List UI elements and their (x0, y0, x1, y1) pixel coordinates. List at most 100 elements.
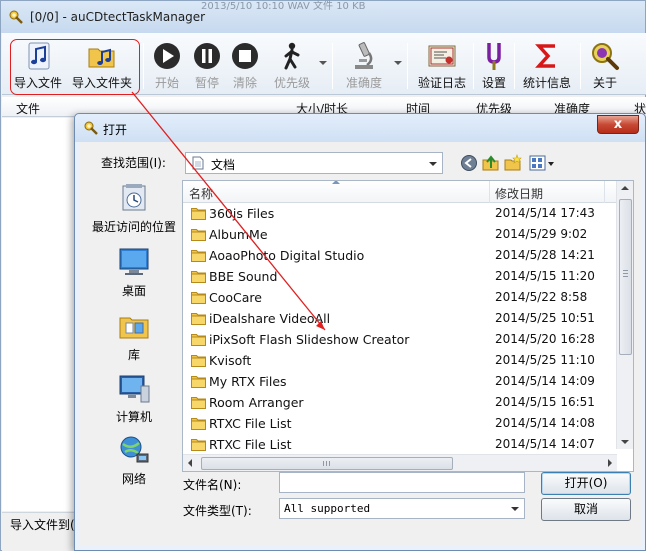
place-libraries[interactable]: 库 (87, 310, 181, 370)
file-modified-date: 2014/5/15 11:20 (495, 269, 595, 283)
priority-dropdown-arrow[interactable] (319, 61, 327, 65)
file-type-dropdown[interactable]: All supported (279, 498, 525, 519)
file-row[interactable]: iDealshare VideoAll 2014/5/25 10:51 (183, 308, 617, 329)
column-file[interactable]: 文件 (16, 100, 40, 117)
folder-icon (191, 418, 206, 430)
accuracy-dropdown-arrow[interactable] (394, 61, 402, 65)
column-divider[interactable] (489, 181, 490, 203)
file-list-header: 名称 修改日期 (183, 181, 617, 203)
file-row[interactable]: AoaoPhoto Digital Studio 2014/5/28 14:21 (183, 245, 617, 266)
thumb-grip (329, 461, 330, 466)
toolbar-separator (514, 43, 515, 89)
network-icon (120, 436, 149, 463)
file-name: CooCare (209, 290, 262, 305)
file-row[interactable]: CooCare 2014/5/22 8:58 (183, 287, 617, 308)
column-divider[interactable] (604, 181, 605, 203)
statistics-button[interactable]: 统计信息 (519, 39, 575, 93)
chevron-down-icon (511, 507, 519, 511)
column-name[interactable]: 名称 (189, 185, 213, 202)
file-modified-date: 2014/5/25 10:51 (495, 311, 595, 325)
vertical-scroll-thumb[interactable] (619, 199, 632, 355)
folder-icon (191, 439, 206, 451)
column-modified[interactable]: 修改日期 (495, 185, 543, 202)
dialog-title-bar[interactable]: 打开 x (75, 114, 645, 142)
main-title-bar[interactable]: 2013/5/10 10:10 WAV 文件 10 KB [0/0] - auC… (1, 1, 645, 33)
file-name: BBE Sound (209, 269, 278, 284)
place-libraries-label: 库 (127, 348, 140, 362)
close-button[interactable]: x (597, 115, 639, 134)
settings-label: 设置 (481, 76, 506, 90)
horizontal-scrollbar[interactable] (183, 454, 617, 471)
open-button[interactable]: 打开(O) (541, 472, 631, 495)
start-button[interactable]: 开始 (148, 39, 186, 93)
settings-button[interactable]: 设置 (476, 39, 512, 93)
pause-button[interactable]: 暂停 (188, 39, 226, 93)
file-row[interactable]: iPixSoft Flash Slideshow Creator 2014/5/2… (183, 329, 617, 350)
file-name-label: 文件名(N): (183, 478, 242, 492)
file-row[interactable]: My RTX Files 2014/5/14 14:09 (183, 371, 617, 392)
scroll-up-arrow[interactable] (621, 186, 629, 190)
stop-icon (232, 43, 258, 69)
place-desktop[interactable]: 桌面 (87, 246, 181, 306)
place-network[interactable]: 网络 (87, 434, 181, 494)
folder-icon (191, 313, 206, 325)
file-name: iPixSoft Flash Slideshow Creator (209, 332, 410, 347)
new-folder-icon[interactable] (504, 154, 522, 172)
folder-icon (191, 271, 206, 283)
file-row[interactable]: Kvisoft 2014/5/25 11:10 (183, 350, 617, 371)
toolbar-separator (473, 43, 474, 89)
accuracy-label: 准确度 (345, 76, 382, 90)
folder-icon (191, 250, 206, 262)
clear-button[interactable]: 清除 (226, 39, 264, 93)
file-row[interactable]: BBE Sound 2014/5/15 11:20 (183, 266, 617, 287)
accuracy-button[interactable]: 准确度 (338, 39, 390, 93)
cancel-button[interactable]: 取消 (541, 498, 631, 521)
window-title: [0/0] - auCDtectTaskManager (30, 10, 206, 24)
file-name: iDealshare VideoAll (209, 311, 331, 326)
magnifier-icon (592, 43, 619, 70)
file-list[interactable]: 名称 修改日期 360js Files 2014/5/14 17:43 AlbumM… (182, 180, 634, 472)
file-modified-date: 2014/5/14 14:07 (495, 437, 595, 451)
scroll-right-arrow[interactable] (608, 459, 612, 467)
background-file-row: 2013/5/10 10:10 WAV 文件 10 KB (201, 1, 366, 12)
verify-log-button[interactable]: 验证日志 (414, 39, 470, 93)
certificate-icon (428, 45, 456, 67)
file-name: Kvisoft (209, 353, 252, 368)
horizontal-scroll-thumb[interactable] (201, 457, 453, 470)
file-row[interactable]: 360js Files 2014/5/14 17:43 (183, 203, 617, 224)
look-in-dropdown[interactable]: 文档 (185, 152, 443, 174)
about-button[interactable]: 关于 (584, 39, 626, 93)
priority-button[interactable]: 优先级 (268, 39, 316, 93)
thumb-grip (623, 270, 628, 271)
document-icon (192, 156, 204, 170)
place-recent[interactable]: 最近访问的位置 (87, 182, 181, 242)
clear-label: 清除 (232, 76, 257, 90)
folder-icon (191, 292, 206, 304)
place-computer[interactable]: 计算机 (87, 372, 181, 432)
file-name: My RTX Files (209, 374, 287, 389)
file-modified-date: 2014/5/22 8:58 (495, 290, 588, 304)
place-network-label: 网络 (121, 472, 146, 486)
file-name-input[interactable] (279, 472, 525, 493)
chevron-down-icon (429, 162, 437, 166)
file-row[interactable]: AlbumMe 2014/5/29 9:02 (183, 224, 617, 245)
file-row[interactable]: Room Arranger 2014/5/15 16:51 (183, 392, 617, 413)
back-icon[interactable] (460, 154, 478, 172)
scroll-left-arrow[interactable] (188, 459, 192, 467)
view-menu-icon[interactable] (529, 154, 557, 172)
folder-icon (191, 229, 206, 241)
place-desktop-label: 桌面 (121, 284, 146, 298)
file-name: 360js Files (209, 206, 275, 221)
file-type-value: All supported (284, 502, 371, 515)
place-recent-label: 最近访问的位置 (91, 220, 176, 234)
vertical-scrollbar[interactable] (616, 181, 633, 449)
file-row[interactable]: RTXC File List 2014/5/14 14:07 (183, 434, 617, 455)
places-bar: 最近访问的位置 桌面 库 计算机 网络 (87, 182, 181, 486)
open-file-dialog: 打开 x 查找范围(I): 文档 最近访问的位置 桌面 库 计算机 网络 名称 … (74, 113, 646, 551)
file-row[interactable]: RTXC File List 2014/5/14 14:08 (183, 413, 617, 434)
up-folder-icon[interactable] (482, 154, 500, 172)
desktop-icon (119, 248, 149, 275)
tuning-fork-icon (487, 43, 501, 70)
toolbar-separator (143, 43, 144, 89)
scroll-down-arrow[interactable] (621, 440, 629, 444)
